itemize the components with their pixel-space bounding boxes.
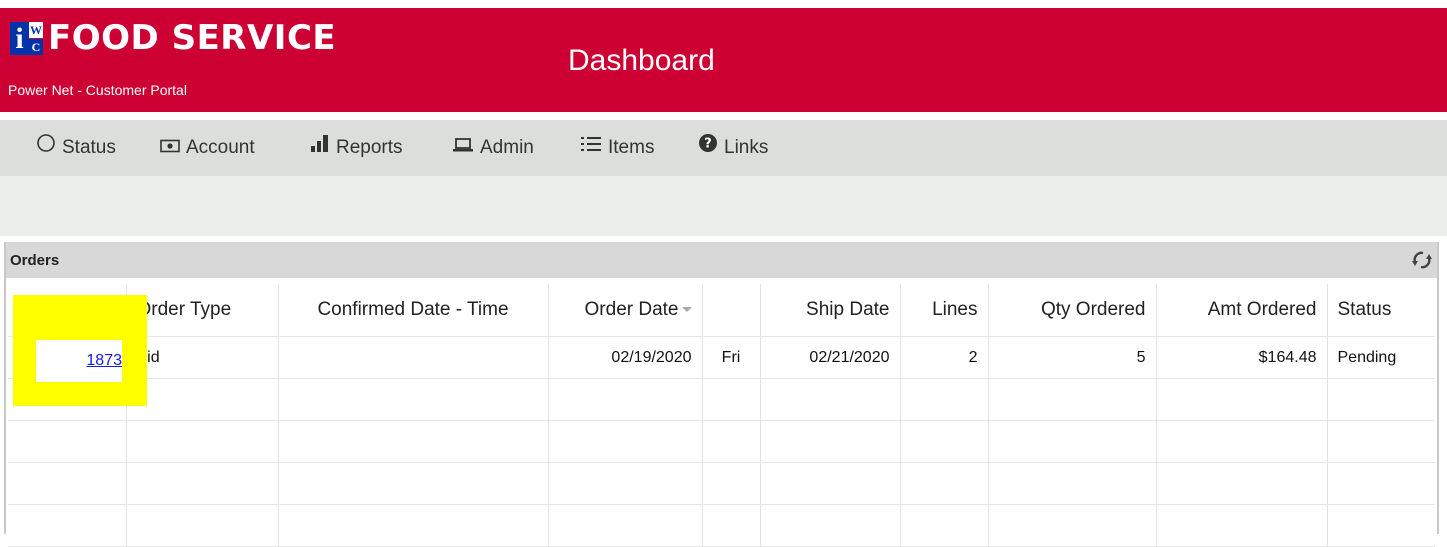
cell-status: Pending — [1327, 336, 1435, 379]
logo-w: W — [29, 22, 43, 38]
cell-qty: 5 — [988, 336, 1157, 379]
brand-name: FOOD SERVICE — [48, 18, 337, 58]
col-status[interactable]: Status — [1327, 284, 1435, 337]
table-header-row: Order # Order Type Confirmed Date - Time… — [8, 284, 1435, 337]
cell-order-date: 02/19/2020 — [548, 336, 703, 379]
order-link-cell: 1873 — [36, 350, 122, 372]
nav-item-links[interactable]: ? Links — [698, 120, 768, 176]
table-row-empty — [8, 462, 1435, 505]
question-circle-icon: ? — [698, 120, 718, 176]
col-order-type[interactable]: Order Type — [126, 284, 279, 337]
circle-outline-icon — [36, 120, 56, 176]
portal-tagline: Power Net - Customer Portal — [8, 82, 187, 98]
col-amt-ordered[interactable]: Amt Ordered — [1156, 284, 1328, 337]
nav-item-status[interactable]: Status — [36, 120, 116, 176]
logo-c: C — [29, 39, 43, 55]
nav-item-items[interactable]: Items — [580, 120, 654, 176]
col-order-date[interactable]: Order Date — [548, 284, 703, 337]
cell-confirmed — [278, 336, 549, 379]
orders-table: Order # Order Type Confirmed Date - Time… — [8, 284, 1435, 547]
orders-panel: Orders Order # Order Type Confirmed Date… — [4, 242, 1439, 547]
list-icon — [580, 120, 602, 176]
header-bar: i W C FOOD SERVICE Power Net - Customer … — [0, 8, 1447, 112]
cell-lines: 2 — [900, 336, 989, 379]
nav-label-admin: Admin — [480, 137, 534, 159]
main-nav: Status Account Reports Admin Items ? Lin… — [0, 120, 1447, 176]
page-title: Dashboard — [568, 44, 715, 77]
nav-item-admin[interactable]: Admin — [452, 120, 534, 176]
table-row-empty — [8, 378, 1435, 421]
col-day — [702, 284, 761, 337]
nav-item-reports[interactable]: Reports — [310, 120, 403, 176]
laptop-icon — [452, 120, 474, 176]
col-confirmed-date[interactable]: Confirmed Date - Time — [278, 284, 549, 337]
cell-order-type: Bid — [126, 336, 279, 379]
nav-item-account[interactable]: Account — [160, 120, 255, 176]
table-row-empty — [8, 420, 1435, 463]
nav-label-links: Links — [724, 137, 769, 159]
nav-label-items: Items — [608, 137, 655, 159]
bar-chart-icon — [310, 120, 330, 176]
cell-ship-date: 02/21/2020 — [760, 336, 901, 379]
nav-label-reports: Reports — [336, 137, 403, 159]
orders-panel-header: Orders — [6, 242, 1437, 278]
nav-label-status: Status — [62, 137, 116, 159]
refresh-icon[interactable] — [1411, 250, 1433, 275]
col-qty-ordered[interactable]: Qty Ordered — [988, 284, 1157, 337]
svg-text:?: ? — [704, 137, 712, 152]
cell-amount: $164.48 — [1156, 336, 1328, 379]
order-number-link[interactable]: 1873 — [86, 352, 122, 369]
iwc-logo: i W C — [10, 22, 43, 55]
table-row-empty — [8, 504, 1435, 547]
orders-panel-title: Orders — [10, 252, 60, 269]
money-bill-icon — [160, 120, 180, 176]
col-order-date-label: Order Date — [584, 299, 679, 320]
sort-down-icon — [681, 307, 692, 313]
cell-day: Fri — [702, 336, 761, 379]
nav-label-account: Account — [186, 137, 255, 159]
table-row[interactable]: Bid 02/19/2020 Fri 02/21/2020 2 5 $164.4… — [8, 336, 1435, 379]
col-ship-date[interactable]: Ship Date — [760, 284, 901, 337]
logo-i: i — [10, 22, 29, 55]
sub-toolbar — [0, 176, 1447, 236]
col-lines[interactable]: Lines — [900, 284, 989, 337]
